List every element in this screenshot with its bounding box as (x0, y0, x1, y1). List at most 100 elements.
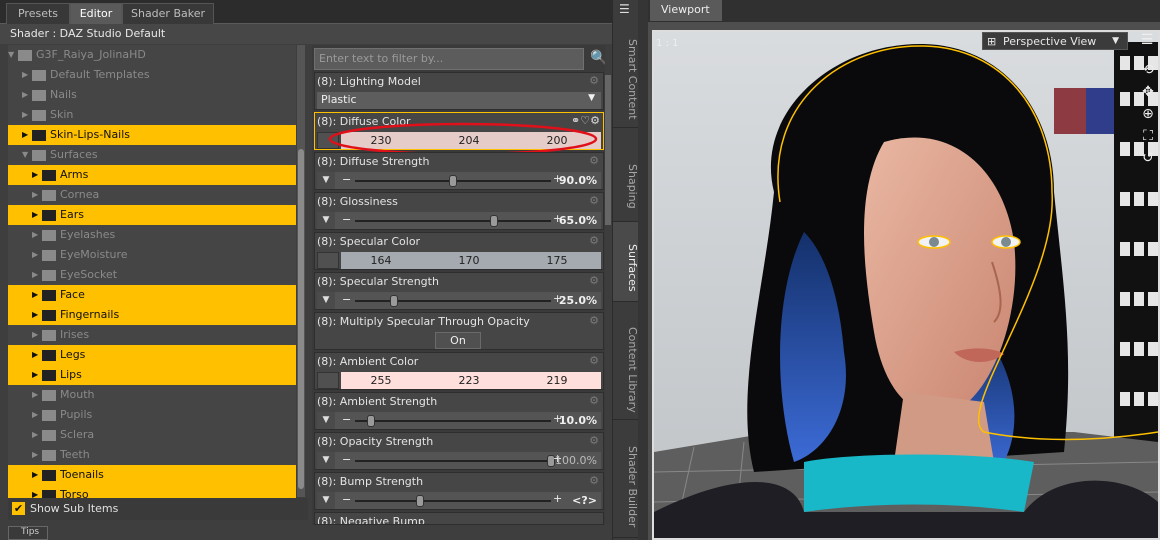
gear-icon[interactable]: ⚙ (589, 474, 599, 487)
tree-row[interactable]: ▶ Eyelashes (8, 225, 296, 245)
expand-arrow-icon[interactable]: ▶ (32, 245, 38, 265)
bump-strength-slider[interactable]: ▼ − + <?> (317, 492, 601, 509)
tree-row[interactable]: ▶ Pupils (8, 405, 296, 425)
tab-presets[interactable]: Presets (6, 3, 70, 24)
slider-handle[interactable] (366, 415, 375, 427)
expand-arrow-icon[interactable]: ▶ (32, 285, 38, 305)
tree-row[interactable]: ▶ Skin (8, 105, 296, 125)
pane-splitter[interactable] (638, 0, 648, 540)
pan-icon[interactable]: ✥ (1138, 82, 1158, 102)
slider-value[interactable]: 65.0% (559, 214, 597, 227)
expand-arrow-icon[interactable]: ▶ (32, 225, 38, 245)
checkmark-icon[interactable]: ✔ (12, 502, 25, 515)
tree-row[interactable]: ▶ EyeSocket (8, 265, 296, 285)
show-sub-items-toggle[interactable]: ✔ Show Sub Items (8, 498, 308, 520)
expand-arrow-icon[interactable]: ▶ (22, 85, 28, 105)
expand-arrow-icon[interactable]: ▶ (32, 325, 38, 345)
minus-icon[interactable]: − (342, 293, 351, 306)
tab-shaping[interactable]: Shaping (613, 128, 639, 222)
expand-arrow-icon[interactable]: ▶ (32, 365, 38, 385)
tree-row[interactable]: ▶ Mouth (8, 385, 296, 405)
expand-arrow-icon[interactable]: ▶ (32, 185, 38, 205)
gear-icon[interactable]: ⚙ (589, 274, 599, 287)
expand-arrow-icon[interactable]: ▶ (32, 265, 38, 285)
slider-track[interactable] (355, 300, 551, 302)
color-swatch[interactable] (317, 372, 339, 389)
chevron-down-icon[interactable]: ▼ (317, 452, 335, 469)
specular-color-field[interactable]: 164 170 175 (341, 252, 601, 269)
slider-value[interactable]: 10.0% (559, 414, 597, 427)
camera-icon[interactable]: ⌾ (956, 30, 964, 45)
slider-value[interactable]: 90.0% (559, 174, 597, 187)
gear-icon[interactable]: ⚙ (589, 234, 599, 247)
tree-row[interactable]: ▶ Ears (8, 205, 296, 225)
viewport-canvas[interactable] (652, 30, 1160, 540)
pane-menu-icon[interactable]: ☰ (619, 2, 630, 16)
tree-row[interactable]: ▶ Irises (8, 325, 296, 345)
slider-handle[interactable] (490, 215, 499, 227)
reset-icon[interactable]: ↺ (1138, 148, 1158, 168)
lighting-model-dropdown[interactable]: Plastic ▼ (317, 92, 601, 109)
expand-arrow-icon[interactable]: ▶ (32, 305, 38, 325)
tree-row[interactable]: ▶ Arms (8, 165, 296, 185)
tab-shader-baker[interactable]: Shader Baker (122, 3, 214, 24)
expand-arrow-icon[interactable]: ▶ (32, 485, 38, 498)
expand-arrow-icon[interactable]: ▶ (22, 125, 28, 145)
viewport-menu-icon[interactable]: ☰ (1138, 32, 1156, 50)
slider-handle[interactable] (390, 295, 399, 307)
plus-icon[interactable]: + (553, 492, 562, 505)
tab-surfaces[interactable]: Surfaces (613, 222, 639, 302)
color-swatch[interactable] (317, 252, 339, 269)
ambient-color-field[interactable]: 255 223 219 (341, 372, 601, 389)
gear-icon[interactable]: ⚙ (589, 194, 599, 207)
tree-row[interactable]: ▶ Legs (8, 345, 296, 365)
minus-icon[interactable]: − (342, 493, 351, 506)
slider-track[interactable] (355, 220, 551, 222)
multiply-specular-toggle[interactable]: On (435, 332, 481, 349)
expand-arrow-icon[interactable]: ▶ (32, 345, 38, 365)
frame-icon[interactable]: ⛶ (1138, 126, 1158, 146)
property-scroll-thumb[interactable] (605, 75, 611, 225)
ambient-strength-slider[interactable]: ▼ − + 10.0% (317, 412, 601, 429)
tab-viewport[interactable]: Viewport (650, 0, 722, 21)
chevron-down-icon[interactable]: ▼ (317, 292, 335, 309)
tree-scroll-thumb[interactable] (298, 149, 304, 489)
tree-row[interactable]: ▶ Skin-Lips-Nails (8, 125, 296, 145)
expand-arrow-icon[interactable]: ▶ (22, 105, 28, 125)
tab-editor[interactable]: Editor (70, 3, 122, 24)
tree-row[interactable]: ▶ Toenails (8, 465, 296, 485)
tree-row[interactable]: ▶ Default Templates (8, 65, 296, 85)
diffuse-strength-slider[interactable]: ▼ − + 90.0% (317, 172, 601, 189)
slider-value[interactable]: 25.0% (559, 294, 597, 307)
chevron-down-icon[interactable]: ▼ (317, 492, 335, 509)
expand-arrow-icon[interactable]: ▶ (32, 205, 38, 225)
gear-icon[interactable]: ⚙ (589, 394, 599, 407)
gear-icon[interactable]: ⚙ (589, 314, 599, 327)
view-select-dropdown[interactable]: ⊞ Perspective View ▼ (982, 32, 1128, 50)
minus-icon[interactable]: − (342, 453, 351, 466)
tree-row[interactable]: ▼ Surfaces (8, 145, 296, 165)
slider-handle[interactable] (449, 175, 457, 187)
minus-icon[interactable]: − (342, 173, 351, 186)
tree-row[interactable]: ▼ G3F_Raiya_JolinaHD (8, 45, 296, 65)
tab-smart-content[interactable]: Smart Content (613, 26, 639, 128)
property-scrollbar[interactable] (605, 45, 611, 525)
slider-value[interactable]: 100.0% (555, 454, 597, 467)
orbit-icon[interactable]: ⟲ (1138, 60, 1158, 80)
slider-value[interactable]: <?> (572, 494, 597, 507)
glossiness-slider[interactable]: ▼ − + 65.0% (317, 212, 601, 229)
expand-arrow-icon[interactable]: ▶ (32, 465, 38, 485)
chevron-down-icon[interactable]: ▼ (317, 172, 335, 189)
tree-scrollbar[interactable] (297, 45, 305, 497)
tree-row[interactable]: ▶ Teeth (8, 445, 296, 465)
tree-row[interactable]: ▶ Nails (8, 85, 296, 105)
tree-row[interactable]: ▶ EyeMoisture (8, 245, 296, 265)
expand-arrow-icon[interactable]: ▶ (32, 445, 38, 465)
expand-arrow-icon[interactable]: ▶ (32, 165, 38, 185)
tab-tips[interactable]: Tips (8, 526, 48, 540)
opacity-strength-slider[interactable]: ▼ − + 100.0% (317, 452, 601, 469)
minus-icon[interactable]: − (342, 413, 351, 426)
3d-scene-render[interactable] (654, 32, 1158, 538)
gear-icon[interactable]: ⚙ (589, 154, 599, 167)
tree-row[interactable]: ▶ Fingernails (8, 305, 296, 325)
